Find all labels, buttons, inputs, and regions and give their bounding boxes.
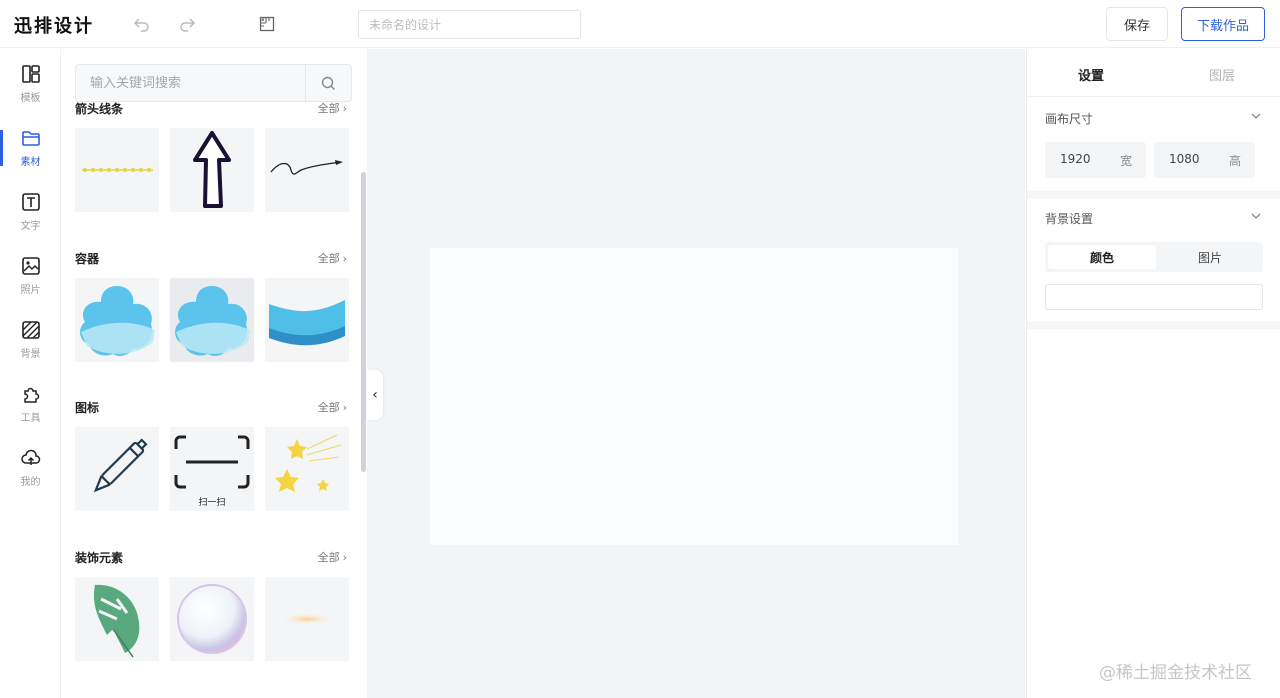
chevron-right-icon: › <box>342 551 347 564</box>
section-decorations: 装饰元素 全部 › <box>75 549 355 661</box>
background-color-field[interactable] <box>1045 284 1263 310</box>
section-title: 箭头线条 <box>75 102 124 116</box>
material-scan-icon[interactable]: 扫一扫 <box>170 427 254 511</box>
canvas-size-title: 画布尺寸 <box>1045 112 1094 126</box>
puzzle-icon <box>20 383 42 405</box>
redo-icon[interactable] <box>176 13 198 35</box>
section-arrows-lines: 箭头线条 全部 › <box>75 100 355 212</box>
search-box <box>75 64 352 102</box>
tab-layers[interactable]: 图层 <box>1209 65 1235 84</box>
material-pen-icon[interactable] <box>75 427 159 511</box>
material-cloud-container[interactable] <box>75 278 159 362</box>
tab-settings[interactable]: 设置 <box>1078 65 1104 84</box>
nav-label: 模板 <box>20 93 41 104</box>
material-wave-container[interactable] <box>265 278 349 362</box>
settings-panel: 设置 图层 画布尺寸 1920 宽 1080 高 背景设置 颜色 图片 <box>1026 49 1280 698</box>
section-divider <box>1027 191 1280 199</box>
download-button[interactable]: 下载作品 <box>1181 7 1265 41</box>
nav-item-photos[interactable]: 照片 <box>0 241 61 301</box>
search-input[interactable] <box>76 65 306 101</box>
artboard[interactable] <box>430 248 958 545</box>
material-up-arrow[interactable] <box>170 128 254 212</box>
ruler-icon[interactable] <box>256 13 278 35</box>
height-value: 1080 <box>1169 152 1200 166</box>
background-icon <box>20 319 42 341</box>
width-value: 1920 <box>1060 152 1091 166</box>
material-bubble[interactable] <box>170 577 254 661</box>
top-bar: 迅排设计 保存 下载作品 <box>0 0 1280 48</box>
cloud-upload-icon <box>20 447 42 469</box>
material-cloud-container-2[interactable] <box>170 278 254 362</box>
view-all-link[interactable]: 全部 › <box>318 250 347 266</box>
view-all-link[interactable]: 全部 › <box>318 100 347 116</box>
watermark: @稀土掘金技术社区 <box>1099 663 1252 683</box>
background-settings-title: 背景设置 <box>1045 212 1094 226</box>
search-icon <box>321 76 335 90</box>
undo-icon[interactable] <box>131 13 153 35</box>
material-monstera-leaf[interactable] <box>75 577 159 661</box>
chevron-right-icon: › <box>342 401 347 414</box>
nav-item-mine[interactable]: 我的 <box>0 433 61 493</box>
folder-icon <box>20 127 42 149</box>
collapse-panel-button[interactable]: ‹ <box>367 370 383 420</box>
nav-label: 文字 <box>20 221 41 232</box>
nav-item-materials[interactable]: 素材 <box>0 113 61 173</box>
width-field[interactable]: 1920 宽 <box>1045 142 1146 178</box>
nav-label: 我的 <box>20 477 41 488</box>
left-nav: 模板 素材 文字 照片 背景 工具 我的 <box>0 49 61 698</box>
material-dotted-line[interactable] <box>75 128 159 212</box>
nav-label: 素材 <box>20 157 41 168</box>
section-icons: 图标 全部 › 扫一扫 <box>75 399 355 511</box>
material-light-flare[interactable] <box>265 577 349 661</box>
nav-label: 照片 <box>20 285 41 296</box>
save-button[interactable]: 保存 <box>1106 7 1168 41</box>
height-field[interactable]: 1080 高 <box>1154 142 1255 178</box>
nav-label: 背景 <box>20 349 41 360</box>
bg-color-tab[interactable]: 颜色 <box>1048 245 1156 269</box>
nav-item-templates[interactable]: 模板 <box>0 49 61 109</box>
height-unit: 高 <box>1228 154 1241 168</box>
text-icon <box>20 191 42 213</box>
panel-scrollbar[interactable] <box>361 172 366 472</box>
nav-item-tools[interactable]: 工具 <box>0 369 61 429</box>
section-divider <box>1027 321 1280 329</box>
background-type-toggle: 颜色 图片 <box>1045 242 1263 272</box>
scan-label: 扫一扫 <box>198 496 225 508</box>
view-all-link[interactable]: 全部 › <box>318 549 347 565</box>
nav-item-text[interactable]: 文字 <box>0 177 61 237</box>
nav-item-background[interactable]: 背景 <box>0 305 61 365</box>
search-button[interactable] <box>305 65 351 101</box>
section-containers: 容器 全部 › <box>75 250 355 362</box>
section-title: 容器 <box>75 252 100 266</box>
materials-panel: 箭头线条 全部› 容器 全部› <box>61 49 367 698</box>
bg-image-tab[interactable]: 图片 <box>1156 245 1264 269</box>
chevron-down-icon[interactable] <box>1250 210 1262 225</box>
section-title: 图标 <box>75 401 100 415</box>
material-stars-icon[interactable] <box>265 427 349 511</box>
design-title-input[interactable] <box>358 10 581 39</box>
chevron-left-icon: ‹ <box>372 387 378 403</box>
material-squiggle-arrow[interactable] <box>265 128 349 212</box>
chevron-down-icon[interactable] <box>1250 110 1262 125</box>
canvas-workspace <box>367 49 1025 698</box>
image-icon <box>20 255 42 277</box>
app-logo[interactable]: 迅排设计 <box>14 12 94 38</box>
layout-icon <box>20 63 42 85</box>
settings-tabs: 设置 图层 <box>1027 49 1280 97</box>
view-all-link[interactable]: 全部 › <box>318 399 347 415</box>
width-unit: 宽 <box>1119 154 1132 168</box>
nav-label: 工具 <box>20 413 41 424</box>
section-title: 装饰元素 <box>75 551 124 565</box>
chevron-right-icon: › <box>342 102 347 115</box>
chevron-right-icon: › <box>342 252 347 265</box>
